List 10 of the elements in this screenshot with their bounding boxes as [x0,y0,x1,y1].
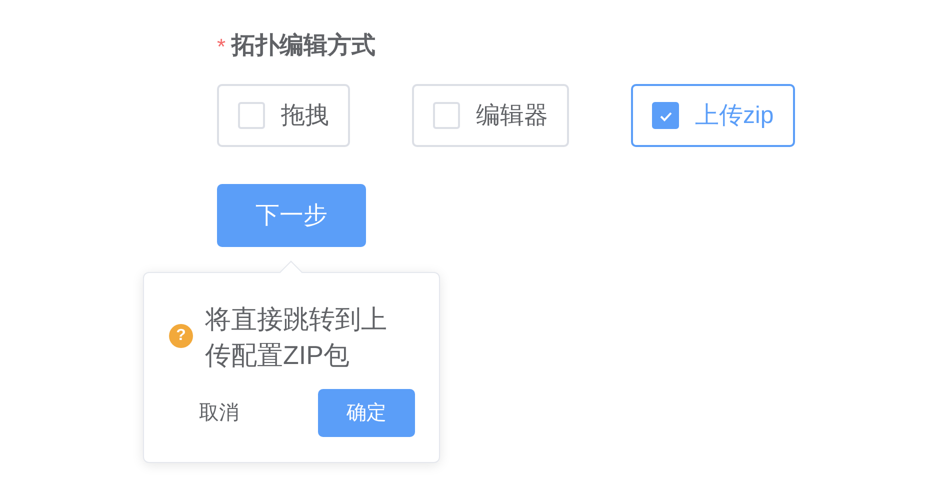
required-mark: * [217,32,226,60]
checkbox-option[interactable]: 拖拽 [217,84,350,147]
checkbox-icon [238,102,265,129]
confirm-message: 将直接跳转到上传配置ZIP包 [205,303,388,372]
checkbox-icon [433,102,460,129]
cancel-button[interactable]: 取消 [199,389,239,437]
checkbox-option[interactable]: 编辑器 [412,84,569,147]
question-icon: ? [169,324,193,348]
checked-checkbox-icon [652,102,679,129]
field-label: 拓扑编辑方式 [232,31,376,61]
